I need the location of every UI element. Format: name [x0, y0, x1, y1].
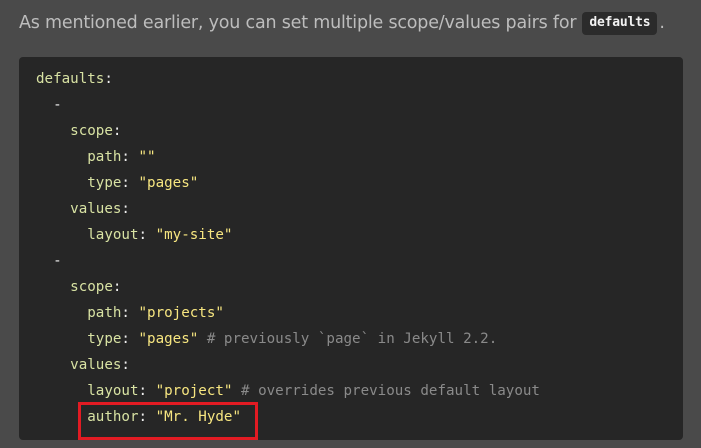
code-punctuation: :	[138, 383, 156, 399]
code-comment: # previously `page` in Jekyll 2.2.	[198, 331, 498, 347]
code-punctuation: :	[112, 123, 122, 139]
code-string: "pages"	[138, 175, 199, 191]
yaml-code-block[interactable]: defaults: - scope: path: "" type: "pages…	[19, 57, 683, 440]
code-key: type	[87, 331, 122, 347]
code-line: defaults:	[36, 66, 683, 92]
code-key: values	[70, 201, 122, 217]
code-comment: # overrides previous default layout	[232, 383, 540, 399]
code-punctuation: :	[121, 149, 139, 165]
code-punctuation: :	[121, 331, 139, 347]
code-punctuation: :	[112, 279, 122, 295]
code-line: -	[36, 92, 683, 118]
code-line: author: "Mr. Hyde"	[36, 404, 683, 430]
code-key: path	[87, 305, 122, 321]
code-string: "projects"	[138, 305, 224, 321]
code-line: layout: "project" # overrides previous d…	[36, 378, 683, 404]
code-line: path: "projects"	[36, 300, 683, 326]
code-line: scope:	[36, 274, 683, 300]
code-line: values:	[36, 352, 683, 378]
code-key: path	[87, 149, 122, 165]
code-key: scope	[70, 279, 113, 295]
documentation-page: As mentioned earlier, you can set multip…	[0, 0, 701, 448]
code-key: scope	[70, 123, 113, 139]
code-line: path: ""	[36, 144, 683, 170]
code-string: ""	[138, 149, 156, 165]
code-key: defaults	[36, 71, 105, 87]
code-line: values:	[36, 196, 683, 222]
code-punctuation: -	[53, 253, 62, 269]
code-key: values	[70, 357, 122, 373]
code-line: -	[36, 248, 683, 274]
code-string: "Mr. Hyde"	[155, 409, 242, 425]
code-key: layout	[87, 227, 139, 243]
intro-trailing-period: .	[659, 13, 665, 33]
code-punctuation: -	[53, 97, 62, 113]
code-string: "project"	[155, 383, 233, 399]
code-punctuation: :	[121, 305, 139, 321]
code-line: layout: "my-site"	[36, 222, 683, 248]
code-key: author	[87, 409, 139, 425]
intro-text: As mentioned earlier, you can set multip…	[19, 13, 577, 33]
code-punctuation: :	[138, 227, 156, 243]
code-key: type	[87, 175, 122, 191]
code-punctuation: :	[121, 201, 130, 217]
code-line: type: "pages" # previously `page` in Jek…	[36, 326, 683, 352]
code-key: layout	[87, 383, 139, 399]
code-punctuation: :	[104, 71, 113, 87]
code-string: "pages"	[138, 331, 199, 347]
code-line: type: "pages"	[36, 170, 683, 196]
intro-paragraph: As mentioned earlier, you can set multip…	[19, 8, 665, 38]
code-punctuation: :	[121, 175, 139, 191]
inline-code-defaults: defaults	[582, 11, 658, 35]
code-punctuation: :	[138, 409, 156, 425]
code-punctuation: :	[121, 357, 130, 373]
code-string: "my-site"	[155, 227, 233, 243]
code-line: scope:	[36, 118, 683, 144]
